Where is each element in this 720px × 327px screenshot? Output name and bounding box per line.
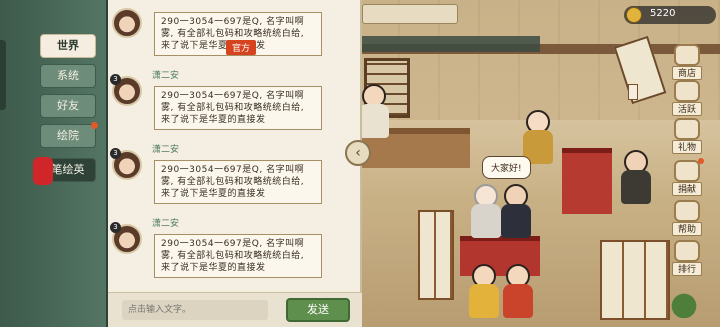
tab-label: 绘院	[57, 129, 79, 142]
menu-shop-button[interactable]: 商店	[672, 44, 702, 82]
level-badge: 3	[110, 222, 121, 233]
menu-rank-button[interactable]: 排行	[672, 240, 702, 278]
seal-icon	[33, 157, 53, 185]
npc-body	[359, 104, 389, 138]
nav-edge-tab[interactable]	[0, 40, 6, 110]
tab-label: 系统	[57, 69, 79, 82]
rank-icon	[674, 240, 700, 262]
tab-academy[interactable]: 绘院	[40, 122, 98, 148]
tab-system[interactable]: 系统	[40, 64, 96, 88]
user-avatar[interactable]: 3	[110, 74, 142, 106]
top-decor-bar	[362, 4, 458, 24]
message-bubble: 290一3054一697是Q, 名字叫啊雾, 有全部礼包码和攻略统统白给, 来了…	[154, 86, 322, 130]
tab-world[interactable]: 世界	[40, 34, 96, 58]
message-bubble: 290一3054一697是Q, 名字叫啊雾, 有全部礼包码和攻略统统白给, 来了…	[154, 160, 322, 204]
tab-label: 笔绘英	[51, 163, 85, 176]
menu-label: 捐献	[672, 182, 702, 196]
collapse-chat-button[interactable]: ‹	[345, 140, 371, 166]
username[interactable]: 潇二安	[152, 216, 179, 229]
scene-folding-screen	[418, 210, 454, 300]
coin-counter: 5220	[624, 6, 716, 24]
username[interactable]: 潇二安	[152, 142, 179, 155]
message-bubble: 290一3054一697是Q, 名字叫啊雾, 有全部礼包码和攻略统统白给, 来了…	[154, 234, 322, 278]
menu-donate-button[interactable]: 捐献	[672, 158, 704, 198]
menu-gift-button[interactable]: 礼物	[672, 118, 702, 156]
user-avatar[interactable]: 3	[110, 222, 142, 254]
user-avatar[interactable]: 3	[110, 148, 142, 180]
menu-label: 礼物	[672, 140, 702, 154]
tab-label: 好友	[57, 99, 79, 112]
chevron-left-icon: ‹	[355, 145, 361, 161]
official-tag: 官方	[226, 40, 257, 55]
npc-body	[501, 204, 531, 238]
coin-icon	[626, 7, 642, 23]
npc-body	[469, 284, 499, 318]
donate-icon	[674, 160, 700, 182]
send-button[interactable]: 发送	[286, 298, 350, 322]
character-speech-bubble: 大家好!	[482, 156, 531, 179]
send-label: 发送	[307, 303, 329, 316]
npc-body	[503, 284, 533, 318]
menu-label: 排行	[672, 262, 702, 276]
scene-lamp	[628, 84, 638, 100]
npc-character[interactable]	[500, 264, 536, 320]
npc-body	[621, 170, 651, 204]
menu-activity-button[interactable]: 活跃	[672, 80, 702, 118]
npc-character[interactable]	[618, 150, 654, 206]
chat-channel-nav: 世界 系统 好友 绘院 笔绘英	[0, 0, 108, 327]
gift-icon	[674, 118, 700, 140]
menu-label: 商店	[672, 66, 702, 80]
tab-label: 世界	[57, 39, 79, 52]
npc-character[interactable]	[498, 184, 534, 240]
chat-input[interactable]	[122, 300, 268, 320]
user-avatar[interactable]	[112, 8, 142, 38]
npc-body	[471, 204, 501, 238]
level-badge: 3	[110, 74, 121, 85]
chat-input-bar: 发送	[108, 292, 362, 327]
tab-guild[interactable]: 笔绘英	[33, 157, 96, 185]
menu-label: 帮助	[672, 222, 702, 236]
level-badge: 3	[110, 148, 121, 159]
activity-icon	[674, 80, 700, 102]
coin-amount: 5220	[650, 8, 676, 19]
menu-label: 活跃	[672, 102, 702, 116]
scene-table-right	[562, 148, 612, 214]
npc-character[interactable]	[466, 264, 502, 320]
notification-dot	[91, 122, 98, 129]
username[interactable]: 潇二安	[152, 68, 179, 81]
menu-help-button[interactable]: 帮助	[672, 200, 702, 238]
help-icon	[674, 200, 700, 222]
scene-plant	[660, 288, 708, 318]
tab-friends[interactable]: 好友	[40, 94, 96, 118]
shop-icon	[674, 44, 700, 66]
notification-dot	[698, 158, 704, 164]
